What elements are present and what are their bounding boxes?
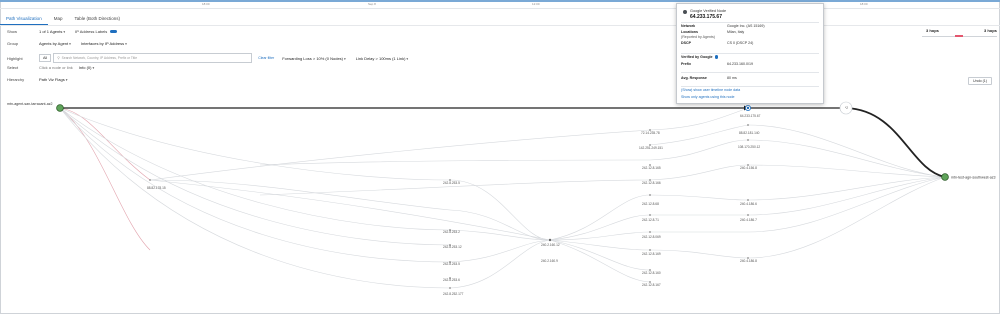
google-node-icon bbox=[683, 10, 687, 14]
node-label: 242.12.8.069 bbox=[642, 235, 661, 239]
path-link[interactable] bbox=[649, 107, 749, 131]
node-dot[interactable] bbox=[747, 124, 749, 126]
node-dot[interactable] bbox=[747, 139, 749, 141]
network-value: Google Inc. (AS 15169) bbox=[727, 24, 765, 28]
path-link[interactable] bbox=[649, 164, 749, 181]
network-label: Network bbox=[681, 24, 696, 28]
node-label: 242.12.8.166 bbox=[642, 181, 661, 185]
node-label: 242.12.8.160 bbox=[642, 271, 661, 275]
node-label: 242.8.253.12 bbox=[443, 245, 462, 249]
path-link[interactable] bbox=[649, 249, 749, 259]
verified-by-google: Verified by Google bbox=[681, 55, 718, 59]
node-label: 242.8.253.5 bbox=[443, 181, 460, 185]
node-label: 242.8.253.2 bbox=[443, 230, 460, 234]
path-link[interactable] bbox=[747, 164, 946, 178]
dscp-value: CS 0 (DSCP 24) bbox=[727, 41, 754, 45]
path-link[interactable] bbox=[747, 176, 946, 259]
path-link[interactable] bbox=[449, 239, 551, 263]
agents-using-node-link[interactable]: Show only agents using this node bbox=[681, 95, 735, 99]
avg-response-label: Avg. Response bbox=[681, 76, 707, 80]
node-dot[interactable] bbox=[449, 287, 451, 289]
path-links bbox=[59, 107, 946, 289]
node-label: 240.4.186.8 bbox=[740, 259, 757, 263]
path-link[interactable] bbox=[649, 124, 749, 146]
google-verified-icon bbox=[746, 106, 750, 110]
popup-divider bbox=[681, 86, 819, 87]
main-path-segment[interactable] bbox=[845, 107, 946, 178]
node-label: 64.233.175.67 bbox=[740, 114, 761, 118]
node-label: 242.8.253.6 bbox=[443, 278, 460, 282]
location-label: Locations bbox=[681, 30, 698, 34]
verified-label: Verified by Google bbox=[681, 55, 713, 59]
verified-badge-icon bbox=[714, 55, 718, 59]
location-note: (Reported by Agents) bbox=[681, 35, 715, 39]
path-link[interactable] bbox=[747, 176, 946, 233]
path-link[interactable] bbox=[59, 107, 151, 251]
dest-agent-node[interactable] bbox=[941, 173, 949, 181]
path-link[interactable] bbox=[59, 107, 451, 246]
dscp-label: DSCP bbox=[681, 41, 691, 45]
path-link[interactable] bbox=[549, 194, 651, 241]
path-link[interactable] bbox=[449, 239, 551, 289]
path-link[interactable] bbox=[59, 107, 451, 289]
unknown-hops-label: *2 bbox=[845, 106, 848, 110]
path-graph[interactable]: mtn-agent-san-tarracant-az2 mtn-test-agn… bbox=[0, 0, 1000, 314]
node-label: 142.251.249.151 bbox=[639, 146, 663, 150]
node-label: 240.4.156.8 bbox=[740, 166, 757, 170]
source-agent-label: mtn-agent-san-tarracant-az2 bbox=[7, 102, 53, 106]
popup-divider bbox=[681, 53, 819, 54]
path-link[interactable] bbox=[649, 194, 749, 201]
path-link[interactable] bbox=[747, 176, 946, 216]
node-dot[interactable] bbox=[548, 238, 552, 242]
node-label: 242.8.253.5 bbox=[443, 262, 460, 266]
node-label: 88.82.178.15 bbox=[147, 186, 166, 190]
node-dot[interactable] bbox=[649, 214, 651, 216]
popup-ip: 64.233.175.67 bbox=[690, 14, 722, 20]
node-label: 108.170.250.12 bbox=[738, 145, 760, 149]
avg-response-value: 80 ms bbox=[727, 76, 737, 80]
node-dot[interactable] bbox=[649, 249, 651, 251]
node-details-popup: Google Verified Node 64.233.175.67 Netwo… bbox=[676, 3, 824, 104]
path-link[interactable] bbox=[449, 209, 551, 241]
dest-agent-label: mtn-test-agn-southwest-az3 bbox=[951, 176, 996, 180]
node-label: 240.2.160.12 bbox=[541, 243, 560, 247]
popup-title: Google Verified Node bbox=[690, 9, 727, 13]
path-link[interactable] bbox=[549, 239, 651, 283]
node-data-link[interactable]: (Show) show user timeline node data bbox=[681, 88, 740, 92]
node-dot[interactable] bbox=[747, 214, 749, 216]
node-label: 88.82.181.140 bbox=[739, 131, 760, 135]
path-link[interactable] bbox=[59, 107, 451, 181]
node-label: 242.12.8.71 bbox=[642, 218, 659, 222]
node-label: 240.4.186.6 bbox=[740, 202, 757, 206]
prefix-value: 64.233.160.0/19 bbox=[727, 62, 753, 66]
node-label: 240.2.160.9 bbox=[541, 259, 558, 263]
path-link[interactable] bbox=[59, 107, 151, 181]
path-link[interactable] bbox=[747, 176, 946, 201]
popup-divider bbox=[681, 72, 819, 73]
path-link[interactable] bbox=[59, 107, 451, 263]
node-label: 72.14.235.78 bbox=[641, 131, 660, 135]
path-link[interactable] bbox=[149, 129, 651, 181]
path-link[interactable] bbox=[549, 239, 651, 271]
node-label: 240.4.186.7 bbox=[740, 218, 757, 222]
source-agent-node[interactable] bbox=[56, 104, 64, 112]
path-link[interactable] bbox=[149, 179, 551, 241]
main-path[interactable] bbox=[60, 107, 946, 178]
popup-divider bbox=[681, 22, 819, 23]
node-label: 242.12.8.68 bbox=[642, 202, 659, 206]
node-dot[interactable] bbox=[649, 194, 651, 196]
node-label: 242.12.8.167 bbox=[642, 283, 661, 287]
location-value: Milan, Italy bbox=[727, 30, 745, 34]
prefix-label: Prefix bbox=[681, 62, 691, 66]
node-dot[interactable] bbox=[649, 231, 651, 233]
node-label: 242.12.8.165 bbox=[642, 166, 661, 170]
node-dot[interactable] bbox=[149, 179, 151, 181]
path-link[interactable] bbox=[747, 124, 946, 178]
node-label: 242.12.8.169 bbox=[642, 252, 661, 256]
node-dot[interactable] bbox=[747, 199, 749, 201]
node-label: 242.8.252.177 bbox=[443, 292, 464, 296]
path-link[interactable] bbox=[259, 159, 651, 166]
